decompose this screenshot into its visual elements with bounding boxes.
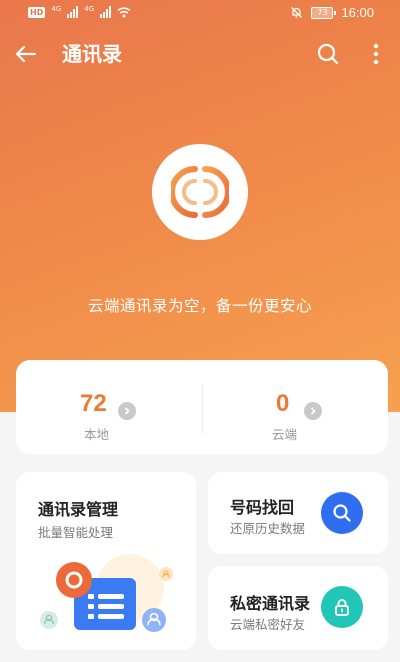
- card-title: 号码找回: [230, 498, 295, 517]
- stats-card: 72 本地 0 云端: [16, 360, 388, 454]
- card-subtitle: 云端私密好友: [230, 617, 306, 632]
- page-title: 通讯录: [62, 42, 122, 66]
- management-illustration: [40, 554, 173, 632]
- more-vertical-icon: [373, 43, 379, 65]
- backup-prompt-text[interactable]: 云端通讯录为空，备一份更安心: [0, 294, 400, 316]
- hd-badge: HD: [28, 6, 46, 18]
- card-title: 私密通讯录: [230, 594, 311, 613]
- signal-icon: [100, 6, 112, 18]
- signal-1-label: 4G: [51, 5, 62, 13]
- chevron-right-icon: [304, 402, 322, 420]
- private-contacts-card[interactable]: 私密通讯录 云端私密好友: [208, 566, 388, 650]
- status-bar: HD 4G 4G 73 16:00: [0, 0, 400, 28]
- number-recovery-card[interactable]: 号码找回 还原历史数据: [208, 472, 388, 554]
- card-subtitle: 还原历史数据: [230, 521, 306, 536]
- search-button[interactable]: [314, 40, 342, 68]
- chevron-right-icon: [118, 402, 136, 420]
- clock: 16:00: [341, 5, 374, 20]
- back-button[interactable]: [12, 40, 40, 68]
- signal-icon: [67, 6, 79, 18]
- card-subtitle: 批量智能处理: [38, 525, 114, 540]
- status-bar-right: 73 16:00: [290, 5, 374, 20]
- lock-icon: [321, 586, 363, 628]
- sync-icon: [171, 166, 229, 218]
- status-bar-left: HD 4G 4G: [28, 5, 131, 18]
- local-count: 72: [80, 390, 107, 417]
- cloud-sync-logo[interactable]: [152, 144, 248, 240]
- wifi-icon: [117, 7, 131, 18]
- search-icon: [317, 43, 339, 65]
- cloud-count: 0: [276, 390, 290, 417]
- cloud-label: 云端: [272, 427, 298, 442]
- app-bar: 通讯录: [0, 36, 400, 72]
- cloud-contacts-stat[interactable]: 0 云端: [202, 360, 388, 454]
- search-icon: [321, 492, 363, 534]
- battery-level: 73: [317, 7, 328, 17]
- mute-bell-icon: [291, 7, 303, 18]
- back-arrow-icon: [15, 45, 37, 63]
- contacts-management-card[interactable]: 通讯录管理 批量智能处理: [16, 472, 196, 650]
- card-title: 通讯录管理: [38, 500, 119, 519]
- more-options-button[interactable]: [364, 40, 388, 68]
- local-contacts-stat[interactable]: 72 本地: [16, 360, 202, 454]
- battery-icon: 73: [311, 6, 337, 19]
- local-label: 本地: [84, 427, 110, 442]
- signal-2-label: 4G: [84, 5, 95, 13]
